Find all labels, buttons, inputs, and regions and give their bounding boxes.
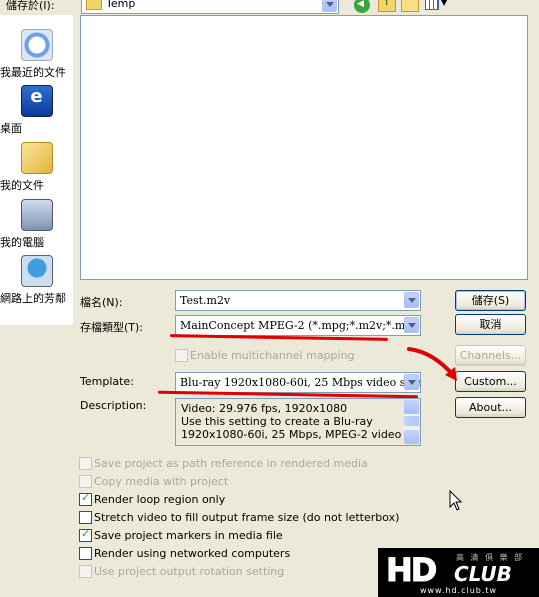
save-in-value: Temp: [106, 0, 136, 10]
my-computer-icon: [20, 199, 53, 231]
template-value: Blu-ray 1920x1080-60i, 25 Mbps video str…: [180, 376, 421, 389]
up-folder-icon[interactable]: [378, 0, 396, 12]
option-checkbox-copy-media[interactable]: [79, 475, 92, 488]
recent-documents-icon: [20, 29, 53, 61]
option-label: Render using networked computers: [94, 547, 291, 560]
folder-icon: [86, 0, 102, 10]
chevron-down-icon[interactable]: [322, 0, 337, 12]
about-button[interactable]: About...: [455, 397, 526, 418]
option-label: Save project as path reference in render…: [94, 457, 368, 470]
filename-value: Test.m2v: [180, 294, 231, 307]
place-label: 我最近的文件: [0, 66, 66, 79]
chevron-down-icon[interactable]: [404, 317, 419, 333]
template-select[interactable]: Blu-ray 1920x1080-60i, 25 Mbps video str…: [175, 372, 421, 393]
scroll-thumb[interactable]: [404, 416, 419, 426]
option-label: Render loop region only: [94, 493, 226, 506]
mouse-cursor-icon: [449, 490, 463, 511]
description-line: Video: 29.976 fps, 1920x1080: [181, 402, 348, 415]
description-scrollbar[interactable]: [404, 400, 419, 444]
place-my-computer[interactable]: 我的電腦: [0, 199, 73, 249]
template-label: Template:: [80, 375, 134, 388]
description-line: 1920x1080-60i, 25 Mbps, MPEG-2 video: [181, 428, 402, 441]
option-checkbox-path-reference[interactable]: [79, 457, 92, 470]
option-checkbox-stretch-video[interactable]: [79, 511, 92, 524]
new-folder-icon[interactable]: [401, 0, 419, 12]
network-places-icon: [20, 255, 53, 287]
place-label: 我的文件: [0, 179, 44, 192]
save-button[interactable]: 儲存(S): [455, 290, 526, 311]
option-checkbox-save-markers[interactable]: [79, 527, 92, 542]
filetype-label: 存檔類型(T):: [80, 321, 144, 334]
views-menu-icon[interactable]: [425, 0, 439, 10]
hd-club-logo: HD 高 清 俱 樂 部 CLUB www.hd.club.tw: [378, 548, 539, 597]
option-label: Use project output rotation setting: [94, 565, 285, 578]
description-box: Video: 29.976 fps, 1920x1080 Use this se…: [175, 398, 421, 446]
multichannel-checkbox[interactable]: [175, 349, 188, 362]
option-label: Save project markers in media file: [94, 529, 283, 542]
place-my-documents[interactable]: 我的文件: [0, 142, 73, 192]
views-dropdown-icon[interactable]: ▼: [441, 0, 447, 7]
multichannel-label: Enable multichannel mapping: [190, 349, 355, 362]
place-desktop[interactable]: 桌面: [0, 85, 73, 135]
filetype-select[interactable]: MainConcept MPEG-2 (*.mpg;*.m2v;*.m2t;*.…: [175, 315, 421, 336]
option-label: Stretch video to fill output frame size …: [94, 511, 400, 524]
place-network[interactable]: 網路上的芳鄰: [0, 255, 73, 305]
option-checkbox-loop-region[interactable]: [79, 491, 92, 506]
filename-input[interactable]: Test.m2v: [175, 290, 421, 311]
annotation-arrow-icon: [407, 347, 457, 381]
logo-url: www.hd.club.tw: [419, 586, 498, 595]
save-in-combo[interactable]: Temp: [81, 0, 339, 14]
option-label: Copy media with project: [94, 475, 229, 488]
scroll-up-icon[interactable]: [404, 400, 419, 414]
save-in-label: 儲存於(I):: [6, 0, 55, 12]
logo-hd-text: HD: [385, 551, 437, 590]
place-label: 桌面: [0, 122, 22, 135]
option-checkbox-output-rotation[interactable]: [79, 565, 92, 578]
scroll-down-icon[interactable]: [404, 430, 419, 444]
back-icon[interactable]: [354, 0, 370, 13]
description-label: Description:: [80, 399, 147, 412]
option-checkbox-networked-render[interactable]: [79, 547, 92, 560]
logo-club-text: CLUB: [454, 562, 512, 586]
cancel-button[interactable]: 取消: [455, 314, 526, 335]
custom-button[interactable]: Custom...: [455, 371, 526, 392]
places-bar: 我最近的文件 桌面 我的文件 我的電腦 網路上的芳鄰: [0, 15, 73, 325]
channels-button[interactable]: Channels...: [455, 345, 526, 366]
file-list[interactable]: [80, 15, 528, 280]
desktop-icon: [20, 85, 53, 117]
place-label: 網路上的芳鄰: [0, 292, 66, 305]
filename-label: 檔名(N):: [80, 296, 123, 309]
filetype-value: MainConcept MPEG-2 (*.mpg;*.m2v;*.m2t;*.…: [180, 319, 421, 332]
description-line: Use this setting to create a Blu-ray: [181, 415, 373, 428]
my-documents-icon: [20, 142, 53, 174]
place-recent-documents[interactable]: 我最近的文件: [0, 29, 73, 79]
place-label: 我的電腦: [0, 236, 44, 249]
chevron-down-icon[interactable]: [404, 292, 419, 308]
